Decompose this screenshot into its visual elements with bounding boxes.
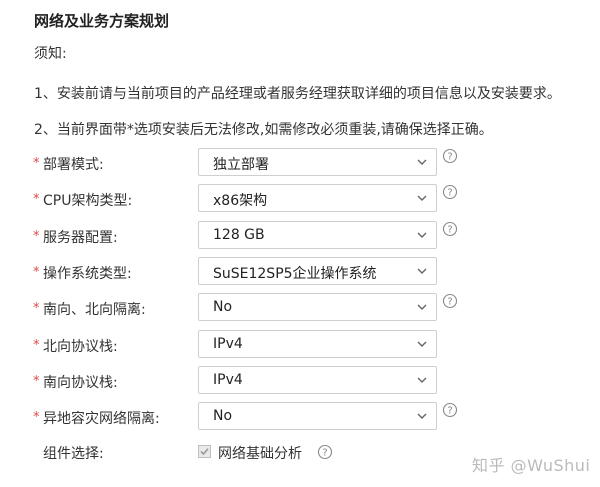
svg-text:?: ? <box>322 448 327 459</box>
north-stack-select[interactable]: IPv4 <box>198 330 437 358</box>
required-mark: * <box>33 301 40 316</box>
svg-text:?: ? <box>447 152 452 163</box>
field-label: CPU架构类型: <box>43 193 133 209</box>
question-circle-icon[interactable]: ? <box>442 293 458 309</box>
isolation-select[interactable]: No <box>198 293 437 321</box>
select-value: SuSE12SP5企业操作系统 <box>213 266 377 282</box>
checkbox-label: 网络基础分析 <box>218 446 302 462</box>
component-checkbox[interactable] <box>198 445 211 458</box>
field-label: 南向、北向隔离: <box>43 302 146 318</box>
notes-line-1: 1、安装前请与当前项目的产品经理或者服务经理获取详细的项目信息以及安装要求。 <box>34 86 561 102</box>
field-label: 南向协议栈: <box>43 375 118 391</box>
required-mark: * <box>33 410 40 425</box>
form-row-cpu-arch: * CPU架构类型: x86架构 ? <box>0 184 600 214</box>
deploy-mode-select[interactable]: 独立部署 <box>198 148 437 176</box>
select-value: No <box>213 408 233 424</box>
select-value: IPv4 <box>213 336 243 352</box>
required-mark: * <box>33 229 40 244</box>
svg-text:?: ? <box>447 406 452 417</box>
required-mark: * <box>33 156 40 171</box>
question-circle-icon[interactable]: ? <box>442 402 458 418</box>
required-mark: * <box>33 338 40 353</box>
select-value: No <box>213 299 233 315</box>
os-type-select[interactable]: SuSE12SP5企业操作系统 <box>198 257 437 285</box>
chevron-down-icon <box>417 268 427 274</box>
chevron-down-icon <box>417 413 427 419</box>
form-row-dr-isolation: * 异地容灾网络隔离: No ? <box>0 402 600 432</box>
question-circle-icon[interactable]: ? <box>442 221 458 237</box>
required-mark: * <box>33 374 40 389</box>
form-row-south-stack: * 南向协议栈: IPv4 <box>0 366 600 396</box>
server-config-select[interactable]: 128 GB <box>198 221 437 249</box>
cpu-arch-select[interactable]: x86架构 <box>198 184 437 212</box>
question-circle-icon[interactable]: ? <box>442 184 458 200</box>
required-mark: * <box>33 192 40 207</box>
field-label: 服务器配置: <box>43 230 118 246</box>
field-label: 北向协议栈: <box>43 339 118 355</box>
question-circle-icon[interactable]: ? <box>317 444 333 460</box>
svg-text:?: ? <box>447 225 452 236</box>
select-value: 独立部署 <box>213 157 269 173</box>
check-icon <box>200 448 209 456</box>
chevron-down-icon <box>417 304 427 310</box>
svg-text:?: ? <box>447 297 452 308</box>
field-label: 部署模式: <box>43 157 104 173</box>
chevron-down-icon <box>417 232 427 238</box>
form-row-server-config: * 服务器配置: 128 GB ? <box>0 221 600 251</box>
svg-text:?: ? <box>447 188 452 199</box>
form-row-os-type: * 操作系统类型: SuSE12SP5企业操作系统 <box>0 257 600 287</box>
chevron-down-icon <box>417 195 427 201</box>
dr-isolation-select[interactable]: No <box>198 402 437 430</box>
chevron-down-icon <box>417 159 427 165</box>
select-value: IPv4 <box>213 372 243 388</box>
field-label: 组件选择: <box>43 446 104 462</box>
field-label: 异地容灾网络隔离: <box>43 411 160 427</box>
required-mark: * <box>33 265 40 280</box>
notes-heading: 须知: <box>34 46 67 62</box>
chevron-down-icon <box>417 377 427 383</box>
watermark: 知乎 @WuShui <box>472 456 591 475</box>
question-circle-icon[interactable]: ? <box>442 148 458 164</box>
field-label: 操作系统类型: <box>43 266 132 282</box>
select-value: 128 GB <box>213 227 265 243</box>
form-row-isolation: * 南向、北向隔离: No ? <box>0 293 600 323</box>
form-row-deploy-mode: * 部署模式: 独立部署 ? <box>0 148 600 178</box>
notes-line-2: 2、当前界面带*选项安装后无法修改,如需修改必须重装,请确保选择正确。 <box>34 122 493 138</box>
chevron-down-icon <box>417 341 427 347</box>
south-stack-select[interactable]: IPv4 <box>198 366 437 394</box>
form-row-north-stack: * 北向协议栈: IPv4 <box>0 330 600 360</box>
section-title: 网络及业务方案规划 <box>34 12 170 30</box>
select-value: x86架构 <box>213 193 268 209</box>
